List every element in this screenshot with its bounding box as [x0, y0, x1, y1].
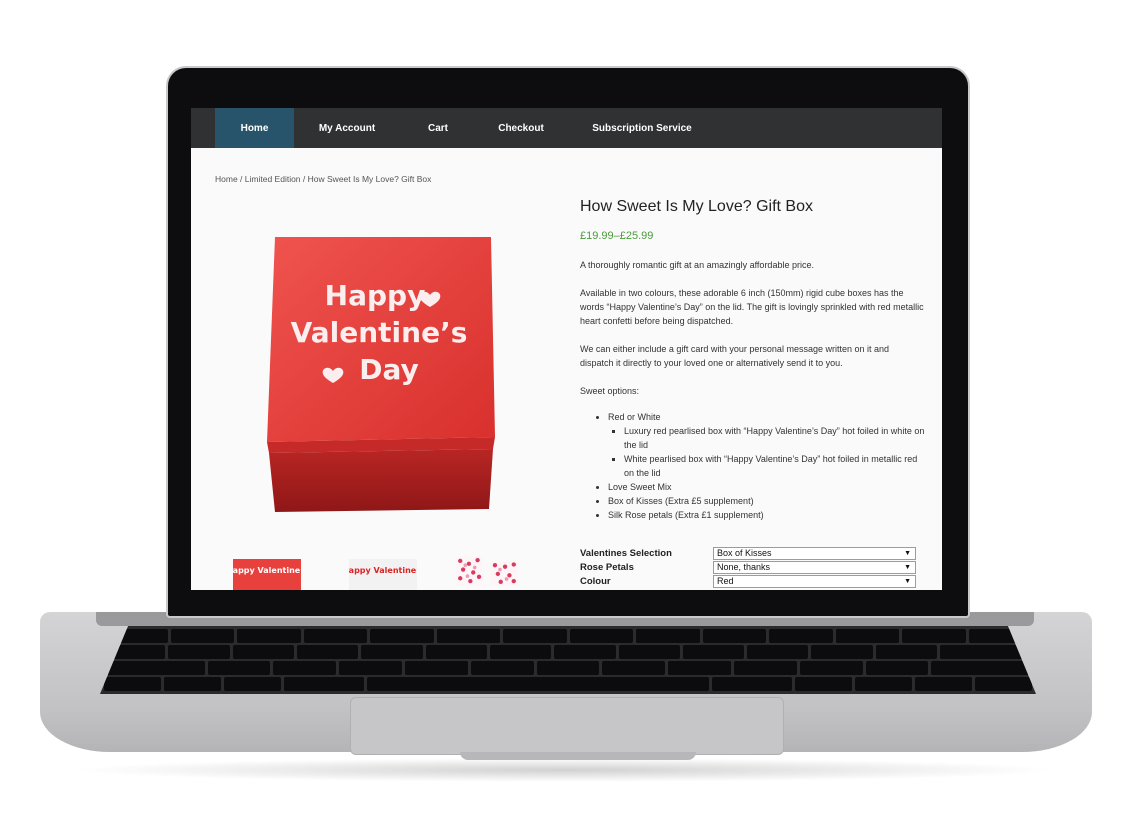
product-image[interactable]: Happy Valentine’s Day	[267, 237, 497, 512]
list-item: Red or White Luxury red pearlised box wi…	[608, 410, 925, 480]
variation-label: Rose Petals	[580, 561, 634, 573]
breadcrumb-category[interactable]: Limited Edition	[245, 174, 301, 184]
sweet-options-list: Red or White Luxury red pearlised box wi…	[580, 410, 925, 522]
laptop-mockup: Home My Account Cart Checkout Subscripti…	[0, 0, 1131, 823]
rose-petals-select[interactable]: None, thanks ▼	[713, 560, 916, 574]
description-paragraph: A thoroughly romantic gift at an amazing…	[580, 260, 814, 270]
thumbnail-text: Happy Valentine’s	[233, 566, 301, 575]
dropdown-arrow-icon: ▼	[904, 577, 911, 585]
variation-label: Valentines Selection	[580, 547, 672, 559]
description-paragraph: Available in two colours, these adorable…	[580, 288, 924, 326]
box-text-line: Day	[359, 353, 419, 386]
description-paragraph: We can either include a gift card with y…	[580, 344, 889, 368]
box-text-line: Valentine’s	[291, 316, 468, 349]
nav-cart[interactable]: Cart	[400, 108, 476, 148]
list-item: White pearlised box with “Happy Valentin…	[624, 452, 925, 480]
list-item: Box of Kisses (Extra £5 supplement)	[608, 494, 925, 508]
breadcrumb: Home / Limited Edition / How Sweet Is My…	[215, 174, 431, 184]
thumbnail-red-box[interactable]: Happy Valentine’s	[233, 551, 301, 590]
laptop-notch	[460, 752, 696, 760]
breadcrumb-separator: /	[300, 174, 308, 184]
key-row	[100, 645, 1036, 659]
trackpad	[350, 697, 784, 755]
product-description: A thoroughly romantic gift at an amazing…	[580, 258, 925, 398]
dropdown-arrow-icon: ▼	[904, 563, 911, 571]
box-text-line: Happy	[325, 279, 426, 312]
valentines-selection-select[interactable]: Box of Kisses ▼	[713, 546, 916, 560]
nav-my-account[interactable]: My Account	[294, 108, 400, 148]
select-value: None, thanks	[717, 561, 771, 572]
browser-viewport: Home My Account Cart Checkout Subscripti…	[191, 108, 942, 590]
nav-home[interactable]: Home	[215, 108, 294, 148]
variation-label: Colour	[580, 575, 611, 587]
variation-row: Valentines Selection Box of Kisses ▼	[580, 546, 927, 560]
nav-checkout[interactable]: Checkout	[476, 108, 566, 148]
select-value: Box of Kisses	[717, 547, 772, 558]
breadcrumb-separator: /	[237, 174, 245, 184]
laptop-shadow	[70, 758, 1060, 782]
breadcrumb-home[interactable]: Home	[215, 174, 238, 184]
list-item-label: Red or White	[608, 412, 661, 422]
product-summary: How Sweet Is My Love? Gift Box £19.99–£2…	[580, 198, 925, 522]
keyboard	[100, 626, 1036, 694]
list-item: Love Sweet Mix	[608, 480, 925, 494]
list-item: Silk Rose petals (Extra £1 supplement)	[608, 508, 925, 522]
key-row	[100, 661, 1036, 675]
key-row	[100, 677, 1036, 691]
colour-select[interactable]: Red ▼	[713, 574, 916, 588]
thumbnail-sweets[interactable]	[453, 551, 521, 590]
sub-list: Luxury red pearlised box with “Happy Val…	[608, 424, 925, 480]
description-paragraph: Sweet options:	[580, 386, 640, 396]
variation-row: Rose Petals None, thanks ▼	[580, 560, 927, 574]
nav-subscription-service[interactable]: Subscription Service	[566, 108, 718, 148]
main-nav: Home My Account Cart Checkout Subscripti…	[191, 108, 942, 148]
key-row	[100, 629, 1036, 643]
breadcrumb-current: How Sweet Is My Love? Gift Box	[307, 174, 432, 184]
variation-row: Colour Red ▼	[580, 574, 927, 588]
dropdown-arrow-icon: ▼	[904, 549, 911, 557]
thumbnail-white-box[interactable]: Happy Valentine’s	[349, 551, 417, 590]
thumbnail-text: Happy Valentine’s	[349, 566, 417, 575]
product-title: How Sweet Is My Love? Gift Box	[580, 198, 813, 215]
list-item: Luxury red pearlised box with “Happy Val…	[624, 424, 925, 452]
thumbnail-strip: Happy Valentine’s Happy Valentine’s	[231, 551, 551, 590]
variations-form: Valentines Selection Box of Kisses ▼ Rose…	[580, 546, 927, 588]
product-price: £19.99–£25.99	[580, 230, 654, 242]
select-value: Red	[717, 575, 734, 586]
